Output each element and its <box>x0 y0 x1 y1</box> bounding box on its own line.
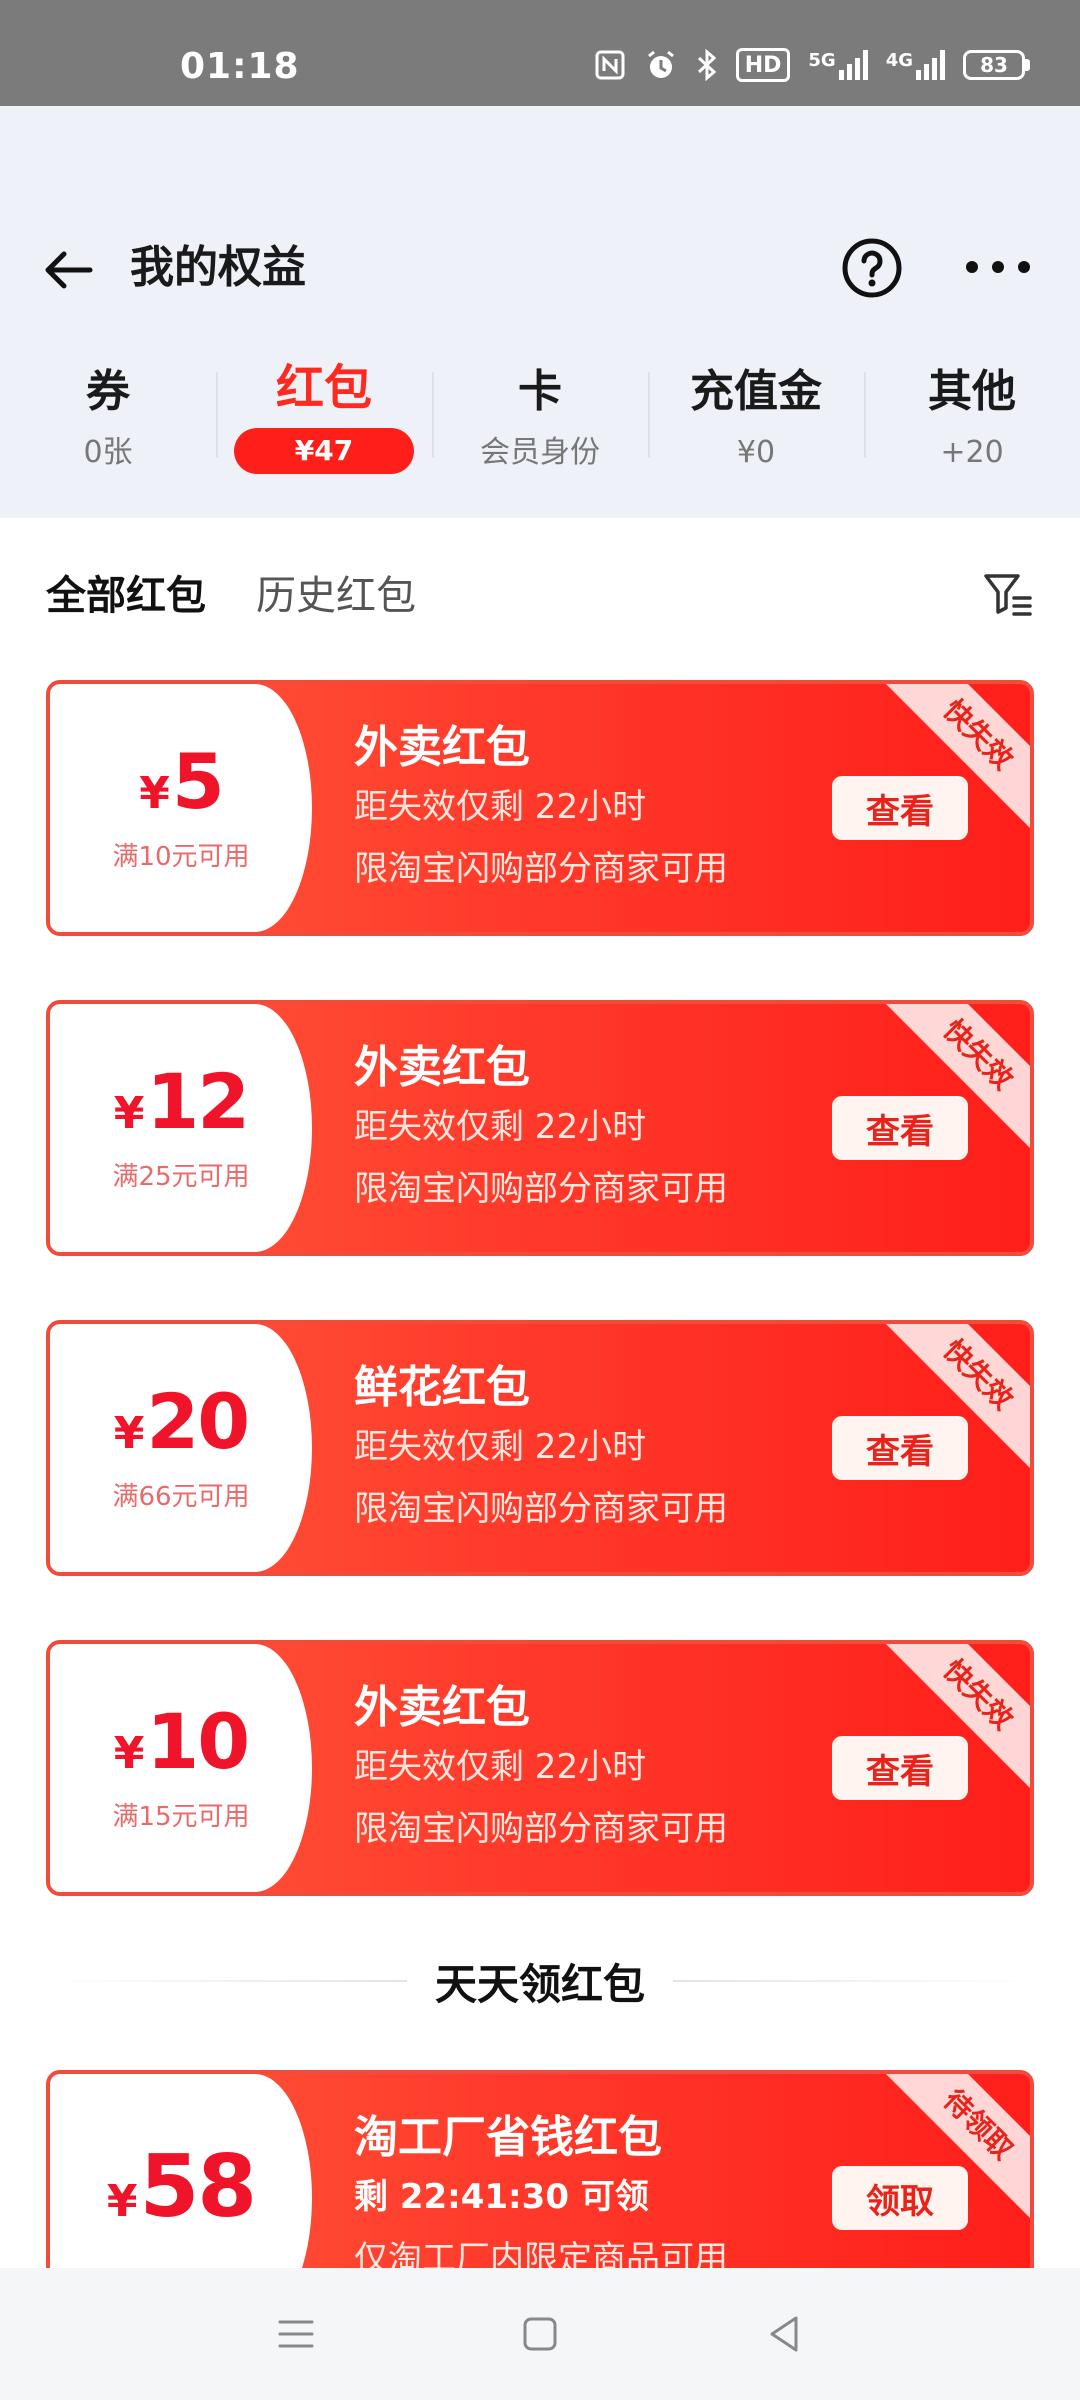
coupon-countdown: 剩 22:41:30 可领 <box>354 2177 649 2217</box>
coupon-condition: 满66元可用 <box>112 1481 250 1512</box>
view-button[interactable]: 查看 <box>832 1736 968 1800</box>
coupon-desc: 限淘宝闪购部分商家可用 <box>354 1809 728 1849</box>
page-title: 我的权益 <box>130 242 306 293</box>
section-divider: 天天领红包 <box>46 1946 1034 2016</box>
tab-label: 红包 <box>275 360 372 416</box>
back-icon[interactable] <box>762 2312 806 2356</box>
coupon-expire: 距失效仅剩 22小时 <box>354 787 647 827</box>
tab-card[interactable]: 卡 会员身份 <box>432 350 648 500</box>
tab-sub: 会员身份 <box>480 435 600 470</box>
more-icon[interactable] <box>962 252 1034 282</box>
coupon-card[interactable]: ¥10 满15元可用 外卖红包 距失效仅剩 22小时 限淘宝闪购部分商家可用 查… <box>46 1640 1034 1896</box>
coupon-amount-area: ¥5 满10元可用 <box>50 684 312 932</box>
coupon-amount: ¥12 <box>113 1056 250 1146</box>
alarm-icon <box>647 50 674 78</box>
subtabs: 全部红包 历史红包 <box>46 568 416 624</box>
status-time: 01:18 <box>180 46 300 87</box>
tab-other[interactable]: 其他 +20 <box>864 350 1080 500</box>
coupon-amount-area: ¥58 <box>50 2074 312 2268</box>
coupon-expire: 距失效仅剩 22小时 <box>354 1427 647 1467</box>
view-button[interactable]: 查看 <box>832 1416 968 1480</box>
status-icons: HD 5G 4G 83 <box>594 48 1030 82</box>
coupon-desc: 限淘宝闪购部分商家可用 <box>354 849 728 889</box>
tab-label: 卡 <box>518 366 562 417</box>
coupon-amount: ¥20 <box>113 1376 250 1466</box>
coupon-card[interactable]: ¥12 满25元可用 外卖红包 距失效仅剩 22小时 限淘宝闪购部分商家可用 查… <box>46 1000 1034 1256</box>
coupon-title: 外卖红包 <box>354 722 530 773</box>
tab-coupon[interactable]: 券 0张 <box>0 350 216 500</box>
signal-5g-icon: 5G <box>808 50 868 80</box>
home-icon[interactable] <box>518 2312 562 2356</box>
nfc-icon <box>595 50 625 80</box>
coupon-expire: 距失效仅剩 22小时 <box>354 1107 647 1147</box>
help-icon[interactable] <box>840 236 904 300</box>
tab-recharge[interactable]: 充值金 ¥0 <box>648 350 864 500</box>
tab-sub: 0张 <box>83 435 133 470</box>
coupon-condition: 满25元可用 <box>112 1161 250 1192</box>
back-arrow-icon[interactable] <box>40 242 96 298</box>
coupon-title: 外卖红包 <box>354 1682 530 1733</box>
battery-level: 83 <box>963 50 1025 80</box>
tab-label: 其他 <box>928 366 1016 417</box>
coupon-condition: 满10元可用 <box>112 841 250 872</box>
view-button[interactable]: 查看 <box>832 776 968 840</box>
claim-button[interactable]: 领取 <box>832 2166 968 2230</box>
coupon-amount: ¥58 <box>106 2137 257 2237</box>
subtab-all[interactable]: 全部红包 <box>46 568 206 624</box>
view-button[interactable]: 查看 <box>832 1096 968 1160</box>
menu-icon[interactable] <box>274 2312 318 2356</box>
hd-icon: HD <box>735 48 791 82</box>
coupon-desc: 限淘宝闪购部分商家可用 <box>354 1169 728 1209</box>
claim-coupon-list: ¥58 淘工厂省钱红包 剩 22:41:30 可领 仅淘工厂内限定商品可用 领取… <box>46 2070 1034 2268</box>
coupon-title: 外卖红包 <box>354 1042 530 1093</box>
coupon-amount-area: ¥20 满66元可用 <box>50 1324 312 1572</box>
battery-icon: 83 <box>963 50 1030 80</box>
coupon-amount: ¥10 <box>113 1696 250 1786</box>
bluetooth-icon <box>697 48 716 82</box>
coupon-amount: ¥5 <box>139 736 225 826</box>
coupon-card[interactable]: ¥5 满10元可用 外卖红包 距失效仅剩 22小时 限淘宝闪购部分商家可用 查看… <box>46 680 1034 936</box>
coupon-list: ¥5 满10元可用 外卖红包 距失效仅剩 22小时 限淘宝闪购部分商家可用 查看… <box>46 680 1034 1960</box>
filter-icon[interactable] <box>980 566 1036 622</box>
tab-red-packet[interactable]: 红包 ¥47 <box>216 350 432 500</box>
tab-label: 充值金 <box>690 366 822 417</box>
coupon-amount-area: ¥12 满25元可用 <box>50 1004 312 1252</box>
claim-coupon-card[interactable]: ¥58 淘工厂省钱红包 剩 22:41:30 可领 仅淘工厂内限定商品可用 领取… <box>46 2070 1034 2268</box>
coupon-amount-area: ¥10 满15元可用 <box>50 1644 312 1892</box>
section-title: 天天领红包 <box>435 1959 646 2009</box>
coupon-title: 鲜花红包 <box>354 1362 530 1413</box>
category-tabs: 券 0张 红包 ¥47 卡 会员身份 充值金 ¥0 其他 +20 <box>0 350 1080 500</box>
coupon-desc: 限淘宝闪购部分商家可用 <box>354 1489 728 1529</box>
subtab-history[interactable]: 历史红包 <box>256 568 416 624</box>
coupon-desc: 仅淘工厂内限定商品可用 <box>354 2239 728 2268</box>
system-nav-bar <box>0 2268 1080 2400</box>
coupon-card[interactable]: ¥20 满66元可用 鲜花红包 距失效仅剩 22小时 限淘宝闪购部分商家可用 查… <box>46 1320 1034 1576</box>
signal-4g-icon: 4G <box>886 50 945 80</box>
status-bar: 01:18 HD 5G 4G 83 <box>0 0 1080 106</box>
tab-badge: ¥47 <box>234 428 414 474</box>
tab-label: 券 <box>86 366 130 417</box>
tab-sub: ¥0 <box>736 435 776 470</box>
coupon-condition: 满15元可用 <box>112 1801 250 1832</box>
tab-sub: +20 <box>940 435 1004 470</box>
coupon-expire: 距失效仅剩 22小时 <box>354 1747 647 1787</box>
coupon-title: 淘工厂省钱红包 <box>354 2112 662 2163</box>
